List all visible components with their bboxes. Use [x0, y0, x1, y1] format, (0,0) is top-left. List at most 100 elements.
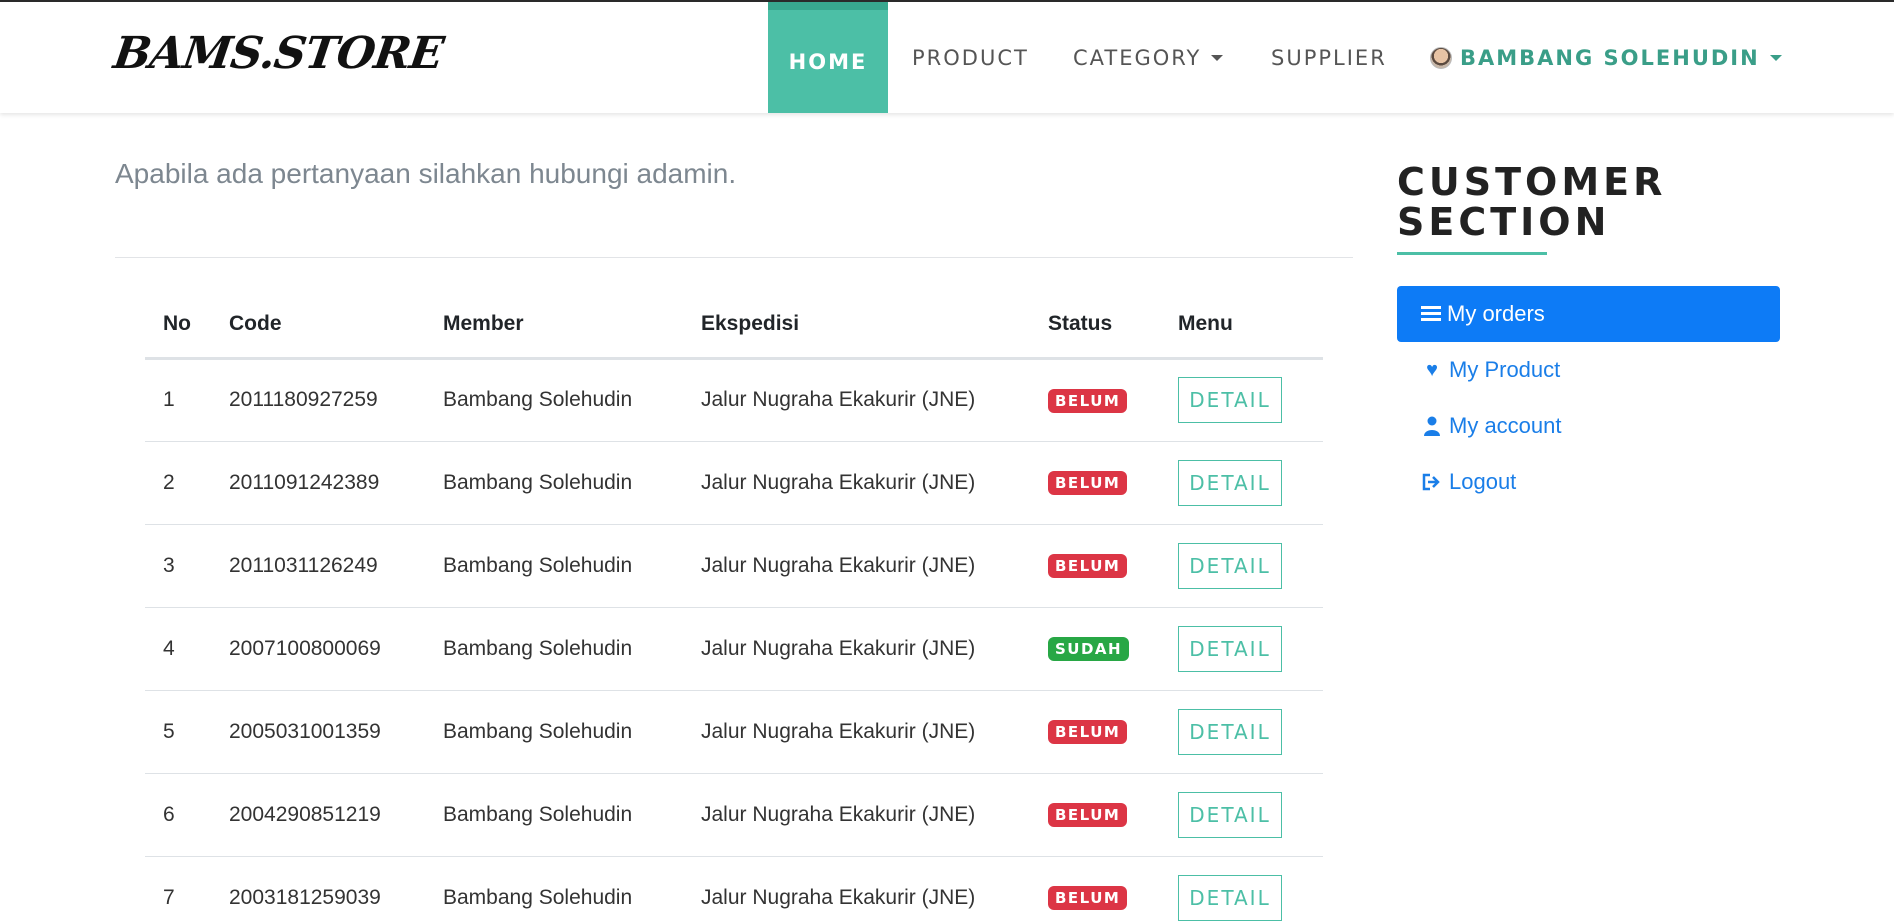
- detail-button[interactable]: DETAIL: [1178, 874, 1282, 921]
- user-menu-dropdown[interactable]: BAMBANG SOLEHUDIN: [1430, 2, 1782, 113]
- cell-menu: DETAIL: [1160, 690, 1323, 774]
- brand-logo[interactable]: BAMS.STORE: [110, 28, 446, 79]
- cell-ekspedisi: Jalur Nugraha Ekakurir (JNE): [683, 856, 1030, 923]
- detail-button[interactable]: DETAIL: [1178, 791, 1282, 838]
- table-row: 1 2011180927259 Bambang Solehudin Jalur Nug…: [145, 358, 1323, 442]
- nav-supplier-label: SUPPLIER: [1271, 45, 1387, 70]
- column-header-code: Code: [211, 292, 425, 360]
- cell-no: 6: [145, 773, 211, 857]
- cell-no: 2: [145, 441, 211, 525]
- cell-no: 7: [145, 856, 211, 923]
- cell-code: 2005031001359: [211, 690, 425, 774]
- cell-no: 4: [145, 607, 211, 691]
- detail-button[interactable]: DETAIL: [1178, 708, 1282, 755]
- nav-home[interactable]: HOME: [768, 2, 888, 113]
- cell-no: 3: [145, 524, 211, 608]
- table-row: 4 2007100800069 Bambang Solehudin Jalur Nug…: [145, 607, 1323, 691]
- menu-item-logout[interactable]: Logout: [1397, 454, 1780, 510]
- page-notice: Apabila ada pertanyaan silahkan hubungi …: [115, 158, 737, 189]
- cell-menu: DETAIL: [1160, 358, 1323, 442]
- user-name: BAMBANG SOLEHUDIN: [1460, 45, 1760, 70]
- cell-code: 2011031126249: [211, 524, 425, 608]
- cell-status: SUDAH: [1030, 607, 1160, 691]
- cell-member: Bambang Solehudin: [425, 690, 683, 774]
- cell-member: Bambang Solehudin: [425, 524, 683, 608]
- nav-product-label: PRODUCT: [912, 45, 1029, 70]
- cell-member: Bambang Solehudin: [425, 856, 683, 923]
- avatar: [1430, 46, 1452, 69]
- cell-member: Bambang Solehudin: [425, 607, 683, 691]
- nav-product[interactable]: PRODUCT: [912, 2, 1029, 113]
- heart-icon: ♥: [1426, 358, 1438, 381]
- cell-menu: DETAIL: [1160, 441, 1323, 525]
- cell-ekspedisi: Jalur Nugraha Ekakurir (JNE): [683, 524, 1030, 608]
- sidebar-title-line2: SECTION: [1397, 200, 1611, 244]
- cell-code: 2004290851219: [211, 773, 425, 857]
- cell-member: Bambang Solehudin: [425, 358, 683, 442]
- customer-menu: My orders ♥ My Product My account Logout: [1397, 286, 1780, 510]
- list-icon: [1421, 306, 1441, 322]
- user-icon: [1421, 416, 1443, 436]
- cell-no: 1: [145, 358, 211, 442]
- detail-button[interactable]: DETAIL: [1178, 459, 1282, 506]
- cell-code: 2003181259039: [211, 856, 425, 923]
- column-header-status: Status: [1030, 292, 1160, 360]
- sign-out-icon: [1421, 473, 1443, 491]
- cell-member: Bambang Solehudin: [425, 441, 683, 525]
- menu-item-label: My Product: [1449, 357, 1561, 382]
- status-badge: BELUM: [1048, 471, 1128, 495]
- cell-member: Bambang Solehudin: [425, 773, 683, 857]
- menu-item-my-orders[interactable]: My orders: [1397, 286, 1780, 342]
- column-header-no: No: [145, 292, 211, 360]
- cell-status: BELUM: [1030, 690, 1160, 774]
- cell-code: 2007100800069: [211, 607, 425, 691]
- top-navbar: BAMS.STORE HOME PRODUCT CATEGORY SUPPLIE…: [0, 2, 1894, 113]
- cell-code: 2011180927259: [211, 358, 425, 442]
- table-header-row: No Code Member Ekspedisi Status Menu: [145, 292, 1323, 360]
- sidebar-title-line1: CUSTOMER: [1397, 160, 1667, 204]
- divider: [115, 257, 1353, 258]
- table-row: 7 2003181259039 Bambang Solehudin Jalur Nug…: [145, 856, 1323, 923]
- chevron-down-icon: [1211, 54, 1224, 61]
- chevron-down-icon: [1769, 54, 1782, 61]
- cell-code: 2011091242389: [211, 441, 425, 525]
- nav-supplier[interactable]: SUPPLIER: [1271, 2, 1387, 113]
- detail-button[interactable]: DETAIL: [1178, 542, 1282, 589]
- status-badge: BELUM: [1048, 388, 1128, 413]
- cell-status: BELUM: [1030, 856, 1160, 923]
- table-row: 3 2011031126249 Bambang Solehudin Jalur Nug…: [145, 524, 1323, 608]
- status-badge: BELUM: [1048, 886, 1128, 910]
- detail-button[interactable]: DETAIL: [1178, 377, 1282, 423]
- cell-menu: DETAIL: [1160, 856, 1323, 923]
- status-badge: SUDAH: [1048, 637, 1130, 661]
- cell-menu: DETAIL: [1160, 607, 1323, 691]
- column-header-menu: Menu: [1160, 292, 1323, 360]
- menu-item-my-account[interactable]: My account: [1397, 398, 1780, 454]
- cell-status: BELUM: [1030, 441, 1160, 525]
- nav-category-dropdown[interactable]: CATEGORY: [1073, 2, 1224, 113]
- cell-ekspedisi: Jalur Nugraha Ekakurir (JNE): [683, 690, 1030, 774]
- cell-menu: DETAIL: [1160, 773, 1323, 857]
- status-badge: BELUM: [1048, 720, 1128, 744]
- cell-status: BELUM: [1030, 524, 1160, 608]
- status-badge: BELUM: [1048, 554, 1128, 578]
- menu-item-label: My account: [1449, 413, 1562, 438]
- cell-ekspedisi: Jalur Nugraha Ekakurir (JNE): [683, 441, 1030, 525]
- sidebar-title: CUSTOMER SECTION: [1397, 162, 1666, 242]
- menu-item-label: My orders: [1447, 301, 1545, 326]
- cell-status: BELUM: [1030, 773, 1160, 857]
- cell-no: 5: [145, 690, 211, 774]
- table-row: 2 2011091242389 Bambang Solehudin Jalur Nug…: [145, 441, 1323, 525]
- menu-item-my-product[interactable]: ♥ My Product: [1397, 342, 1780, 398]
- detail-button[interactable]: DETAIL: [1178, 625, 1282, 672]
- orders-table: No Code Member Ekspedisi Status Menu 1 20…: [145, 292, 1323, 923]
- column-header-member: Member: [425, 292, 683, 360]
- menu-item-label: Logout: [1449, 469, 1517, 494]
- table-row: 5 2005031001359 Bambang Solehudin Jalur Nug…: [145, 690, 1323, 774]
- table-row: 6 2004290851219 Bambang Solehudin Jalur Nug…: [145, 773, 1323, 857]
- column-header-ekspedisi: Ekspedisi: [683, 292, 1030, 360]
- nav-category-label: CATEGORY: [1073, 45, 1202, 70]
- cell-ekspedisi: Jalur Nugraha Ekakurir (JNE): [683, 607, 1030, 691]
- cell-status: BELUM: [1030, 358, 1160, 442]
- status-badge: BELUM: [1048, 803, 1128, 827]
